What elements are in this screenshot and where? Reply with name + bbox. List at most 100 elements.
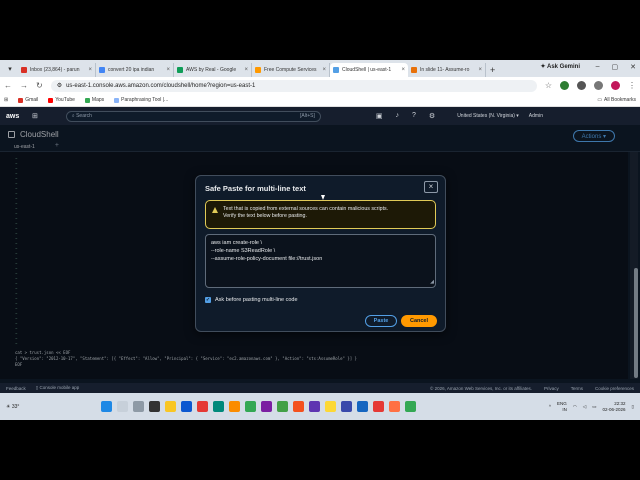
browser-tab-bar: ▾ Inbox (23,864) - parun × convert 20 ipa…	[0, 60, 640, 77]
extensions-puzzle-icon[interactable]	[594, 81, 603, 90]
feedback-link[interactable]: Feedback	[6, 386, 26, 391]
lang-line: IN	[562, 406, 567, 412]
close-icon[interactable]: ×	[322, 67, 326, 73]
close-icon[interactable]: ×	[244, 67, 248, 73]
close-window-icon[interactable]: ✕	[630, 63, 636, 71]
volume-icon[interactable]: ◁	[583, 404, 586, 410]
taskbar-apps	[101, 401, 416, 412]
url-field[interactable]: ⚙ us-east-1.console.aws.amazon.com/cloud…	[50, 79, 537, 92]
console-app-link[interactable]: ▯ Console mobile app	[36, 385, 80, 391]
notification-icon[interactable]: ▯	[632, 404, 634, 410]
bookmark-star-icon[interactable]: ☆	[545, 81, 552, 90]
help-icon[interactable]: ?	[412, 112, 416, 120]
services-grid-icon[interactable]: ⊞	[32, 112, 38, 120]
privacy-link[interactable]: Privacy	[544, 386, 559, 391]
app-icon[interactable]	[293, 401, 304, 412]
lang-line: ENG	[557, 400, 567, 406]
paste-preview-textarea[interactable]: aws iam create-role \ --role-name S3Read…	[205, 234, 436, 288]
aws-logo[interactable]: aws	[6, 113, 32, 120]
resize-handle-icon[interactable]: ◢	[430, 278, 434, 286]
browser-tab[interactable]: Free Compute Services ×	[252, 63, 330, 77]
bookmark-maps[interactable]: Maps	[84, 97, 104, 103]
browser-tab-active[interactable]: CloudShell | us-east-1 ×	[330, 63, 408, 77]
gear-icon[interactable]: ⚙	[429, 112, 435, 120]
app-icon[interactable]	[261, 401, 272, 412]
tab-favicon	[177, 67, 183, 73]
forward-icon[interactable]: →	[20, 81, 28, 90]
browser-tab[interactable]: convert 20 ipa indian ×	[96, 63, 174, 77]
vscode-icon[interactable]	[357, 401, 368, 412]
maps-icon	[84, 97, 90, 103]
bell-icon[interactable]: ♪	[396, 112, 400, 120]
screen: ▾ Inbox (23,864) - parun × convert 20 ipa…	[0, 60, 640, 420]
warning-alert: Text that is copied from external source…	[205, 200, 436, 229]
gemini-label: Ask Gemini	[546, 64, 580, 70]
app-icon[interactable]	[341, 401, 352, 412]
checkbox-checked[interactable]: ✓	[205, 297, 211, 303]
footer-links: © 2026, Amazon Web Services, Inc. or its…	[430, 386, 634, 391]
app-icon[interactable]	[309, 401, 320, 412]
close-icon[interactable]: ×	[166, 67, 170, 73]
account-menu[interactable]: Admin	[529, 113, 543, 119]
maximize-icon[interactable]: ▢	[612, 63, 619, 71]
bookmark-youtube[interactable]: YouTube	[48, 97, 75, 103]
bookmark-gmail[interactable]: Gmail	[18, 97, 38, 103]
extension-icon[interactable]	[560, 81, 569, 90]
tab-search-icon[interactable]: ▾	[4, 63, 16, 75]
aws-search-input[interactable]: ⌕ Search [Alt+S]	[65, 110, 321, 122]
profile-avatar[interactable]	[611, 81, 620, 90]
close-icon[interactable]: ×	[424, 181, 438, 193]
browser-tab[interactable]: Inbox (23,864) - parun ×	[18, 63, 96, 77]
cookie-preferences-link[interactable]: Cookie preferences	[595, 386, 634, 391]
close-icon[interactable]: ×	[401, 67, 405, 73]
new-tab-button[interactable]: +	[490, 65, 495, 75]
cancel-button[interactable]: Cancel	[401, 315, 437, 327]
file-explorer-icon[interactable]	[165, 401, 176, 412]
tab-title: convert 20 ipa indian	[108, 67, 155, 73]
terminal-app-icon[interactable]	[149, 401, 160, 412]
browser-menu-icon[interactable]: ⋮	[628, 81, 636, 90]
bookmark-paraphrasing[interactable]: Paraphrasing Tool |...	[114, 97, 168, 103]
date: 02-06-2026	[602, 406, 626, 412]
chevron-up-icon[interactable]: ^	[549, 404, 551, 409]
chrome-icon[interactable]	[245, 401, 256, 412]
ask-before-paste-row[interactable]: ✓ Ask before pasting multi-line code	[205, 297, 298, 303]
chrome-icon[interactable]	[405, 401, 416, 412]
all-bookmarks-button[interactable]: ▭ All Bookmarks	[597, 97, 636, 103]
battery-icon[interactable]: ▭	[592, 404, 596, 410]
extension-icon[interactable]	[577, 81, 586, 90]
folder-icon: ▭	[597, 97, 603, 103]
gmail-icon	[18, 97, 24, 103]
reload-icon[interactable]: ↻	[36, 81, 43, 90]
weather-widget[interactable]: ☀ 33°	[6, 404, 46, 410]
cloudshell-icon[interactable]: ▣	[376, 112, 383, 120]
close-icon[interactable]: ×	[478, 67, 482, 73]
header-icons: ▣ ♪ ? ⚙	[376, 112, 435, 120]
clock[interactable]: 22:32 02-06-2026	[602, 401, 625, 413]
minimize-icon[interactable]: –	[596, 63, 600, 71]
close-icon[interactable]: ×	[88, 67, 92, 73]
app-icon[interactable]	[277, 401, 288, 412]
app-icon[interactable]	[325, 401, 336, 412]
browser-tab[interactable]: AWS by Real - Google ×	[174, 63, 252, 77]
tab-favicon	[411, 67, 417, 73]
wifi-icon[interactable]: ◠	[573, 404, 577, 410]
office-icon[interactable]	[197, 401, 208, 412]
ask-gemini-button[interactable]: ✦ Ask Gemini	[541, 63, 581, 70]
edge-icon[interactable]	[181, 401, 192, 412]
site-info-icon[interactable]: ⚙	[57, 82, 62, 89]
terms-link[interactable]: Terms	[571, 386, 583, 391]
app-icon[interactable]	[389, 401, 400, 412]
app-icon[interactable]	[229, 401, 240, 412]
task-view-icon[interactable]	[133, 401, 144, 412]
paste-button[interactable]: Paste	[365, 315, 397, 327]
app-icon[interactable]	[373, 401, 384, 412]
search-icon[interactable]	[117, 401, 128, 412]
app-icon[interactable]	[213, 401, 224, 412]
browser-tab[interactable]: In slide 11- Assume-ro ×	[408, 63, 486, 77]
region-selector[interactable]: United States (N. Virginia) ▾	[457, 113, 519, 119]
back-icon[interactable]: ←	[4, 81, 12, 90]
windows-start-icon[interactable]	[101, 401, 112, 412]
language-indicator[interactable]: ENG IN	[557, 401, 567, 413]
apps-grid-icon[interactable]: ⊞	[4, 97, 8, 103]
